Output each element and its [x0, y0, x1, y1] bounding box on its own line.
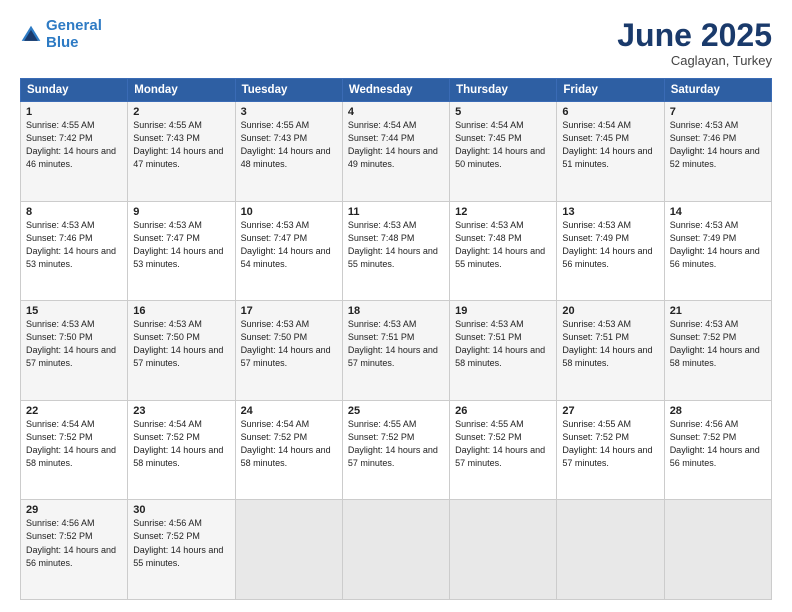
day-cell-27: 27Sunrise: 4:55 AMSunset: 7:52 PMDayligh…	[557, 400, 664, 500]
empty-cell	[450, 500, 557, 600]
cell-text-27: Sunrise: 4:55 AMSunset: 7:52 PMDaylight:…	[562, 418, 658, 470]
cell-text-4: Sunrise: 4:54 AMSunset: 7:44 PMDaylight:…	[348, 119, 444, 171]
cell-text-30: Sunrise: 4:56 AMSunset: 7:52 PMDaylight:…	[133, 517, 229, 569]
day-cell-11: 11Sunrise: 4:53 AMSunset: 7:48 PMDayligh…	[342, 201, 449, 301]
col-monday: Monday	[128, 79, 235, 102]
cell-text-9: Sunrise: 4:53 AMSunset: 7:47 PMDaylight:…	[133, 219, 229, 271]
location: Caglayan, Turkey	[617, 53, 772, 68]
day-cell-25: 25Sunrise: 4:55 AMSunset: 7:52 PMDayligh…	[342, 400, 449, 500]
cell-text-15: Sunrise: 4:53 AMSunset: 7:50 PMDaylight:…	[26, 318, 122, 370]
cell-text-10: Sunrise: 4:53 AMSunset: 7:47 PMDaylight:…	[241, 219, 337, 271]
calendar-table: Sunday Monday Tuesday Wednesday Thursday…	[20, 78, 772, 600]
day-cell-1: 1Sunrise: 4:55 AMSunset: 7:42 PMDaylight…	[21, 102, 128, 202]
day-cell-5: 5Sunrise: 4:54 AMSunset: 7:45 PMDaylight…	[450, 102, 557, 202]
col-tuesday: Tuesday	[235, 79, 342, 102]
day-cell-2: 2Sunrise: 4:55 AMSunset: 7:43 PMDaylight…	[128, 102, 235, 202]
cell-text-25: Sunrise: 4:55 AMSunset: 7:52 PMDaylight:…	[348, 418, 444, 470]
cell-text-13: Sunrise: 4:53 AMSunset: 7:49 PMDaylight:…	[562, 219, 658, 271]
day-cell-29: 29Sunrise: 4:56 AMSunset: 7:52 PMDayligh…	[21, 500, 128, 600]
cell-text-17: Sunrise: 4:53 AMSunset: 7:50 PMDaylight:…	[241, 318, 337, 370]
page: General Blue June 2025 Caglayan, Turkey …	[0, 0, 792, 612]
cell-text-16: Sunrise: 4:53 AMSunset: 7:50 PMDaylight:…	[133, 318, 229, 370]
cell-text-23: Sunrise: 4:54 AMSunset: 7:52 PMDaylight:…	[133, 418, 229, 470]
day-cell-24: 24Sunrise: 4:54 AMSunset: 7:52 PMDayligh…	[235, 400, 342, 500]
day-cell-6: 6Sunrise: 4:54 AMSunset: 7:45 PMDaylight…	[557, 102, 664, 202]
day-cell-4: 4Sunrise: 4:54 AMSunset: 7:44 PMDaylight…	[342, 102, 449, 202]
day-cell-12: 12Sunrise: 4:53 AMSunset: 7:48 PMDayligh…	[450, 201, 557, 301]
cell-text-29: Sunrise: 4:56 AMSunset: 7:52 PMDaylight:…	[26, 517, 122, 569]
day-cell-7: 7Sunrise: 4:53 AMSunset: 7:46 PMDaylight…	[664, 102, 771, 202]
logo-icon	[20, 24, 42, 46]
day-cell-19: 19Sunrise: 4:53 AMSunset: 7:51 PMDayligh…	[450, 301, 557, 401]
cell-text-11: Sunrise: 4:53 AMSunset: 7:48 PMDaylight:…	[348, 219, 444, 271]
day-cell-3: 3Sunrise: 4:55 AMSunset: 7:43 PMDaylight…	[235, 102, 342, 202]
day-cell-22: 22Sunrise: 4:54 AMSunset: 7:52 PMDayligh…	[21, 400, 128, 500]
day-cell-10: 10Sunrise: 4:53 AMSunset: 7:47 PMDayligh…	[235, 201, 342, 301]
empty-cell	[235, 500, 342, 600]
cell-text-26: Sunrise: 4:55 AMSunset: 7:52 PMDaylight:…	[455, 418, 551, 470]
logo: General Blue	[20, 18, 102, 51]
week-row-2: 8Sunrise: 4:53 AMSunset: 7:46 PMDaylight…	[21, 201, 772, 301]
empty-cell	[557, 500, 664, 600]
col-friday: Friday	[557, 79, 664, 102]
col-sunday: Sunday	[21, 79, 128, 102]
month-title: June 2025	[617, 18, 772, 53]
cell-text-2: Sunrise: 4:55 AMSunset: 7:43 PMDaylight:…	[133, 119, 229, 171]
day-cell-20: 20Sunrise: 4:53 AMSunset: 7:51 PMDayligh…	[557, 301, 664, 401]
cell-text-19: Sunrise: 4:53 AMSunset: 7:51 PMDaylight:…	[455, 318, 551, 370]
col-wednesday: Wednesday	[342, 79, 449, 102]
cell-text-14: Sunrise: 4:53 AMSunset: 7:49 PMDaylight:…	[670, 219, 766, 271]
week-row-4: 22Sunrise: 4:54 AMSunset: 7:52 PMDayligh…	[21, 400, 772, 500]
cell-text-6: Sunrise: 4:54 AMSunset: 7:45 PMDaylight:…	[562, 119, 658, 171]
day-cell-9: 9Sunrise: 4:53 AMSunset: 7:47 PMDaylight…	[128, 201, 235, 301]
cell-text-5: Sunrise: 4:54 AMSunset: 7:45 PMDaylight:…	[455, 119, 551, 171]
cell-text-24: Sunrise: 4:54 AMSunset: 7:52 PMDaylight:…	[241, 418, 337, 470]
day-cell-13: 13Sunrise: 4:53 AMSunset: 7:49 PMDayligh…	[557, 201, 664, 301]
cell-text-3: Sunrise: 4:55 AMSunset: 7:43 PMDaylight:…	[241, 119, 337, 171]
empty-cell	[664, 500, 771, 600]
day-cell-30: 30Sunrise: 4:56 AMSunset: 7:52 PMDayligh…	[128, 500, 235, 600]
day-cell-14: 14Sunrise: 4:53 AMSunset: 7:49 PMDayligh…	[664, 201, 771, 301]
week-row-3: 15Sunrise: 4:53 AMSunset: 7:50 PMDayligh…	[21, 301, 772, 401]
day-cell-17: 17Sunrise: 4:53 AMSunset: 7:50 PMDayligh…	[235, 301, 342, 401]
logo-text: General Blue	[46, 18, 102, 51]
logo-line2: Blue	[46, 34, 79, 51]
cell-text-1: Sunrise: 4:55 AMSunset: 7:42 PMDaylight:…	[26, 119, 122, 171]
cell-text-12: Sunrise: 4:53 AMSunset: 7:48 PMDaylight:…	[455, 219, 551, 271]
day-cell-26: 26Sunrise: 4:55 AMSunset: 7:52 PMDayligh…	[450, 400, 557, 500]
header-row: Sunday Monday Tuesday Wednesday Thursday…	[21, 79, 772, 102]
day-cell-28: 28Sunrise: 4:56 AMSunset: 7:52 PMDayligh…	[664, 400, 771, 500]
cell-text-7: Sunrise: 4:53 AMSunset: 7:46 PMDaylight:…	[670, 119, 766, 171]
col-saturday: Saturday	[664, 79, 771, 102]
day-cell-16: 16Sunrise: 4:53 AMSunset: 7:50 PMDayligh…	[128, 301, 235, 401]
week-row-5: 29Sunrise: 4:56 AMSunset: 7:52 PMDayligh…	[21, 500, 772, 600]
day-cell-15: 15Sunrise: 4:53 AMSunset: 7:50 PMDayligh…	[21, 301, 128, 401]
day-cell-21: 21Sunrise: 4:53 AMSunset: 7:52 PMDayligh…	[664, 301, 771, 401]
day-cell-23: 23Sunrise: 4:54 AMSunset: 7:52 PMDayligh…	[128, 400, 235, 500]
week-row-1: 1Sunrise: 4:55 AMSunset: 7:42 PMDaylight…	[21, 102, 772, 202]
top-section: General Blue June 2025 Caglayan, Turkey	[20, 18, 772, 68]
cell-text-28: Sunrise: 4:56 AMSunset: 7:52 PMDaylight:…	[670, 418, 766, 470]
day-cell-8: 8Sunrise: 4:53 AMSunset: 7:46 PMDaylight…	[21, 201, 128, 301]
cell-text-8: Sunrise: 4:53 AMSunset: 7:46 PMDaylight:…	[26, 219, 122, 271]
cell-text-21: Sunrise: 4:53 AMSunset: 7:52 PMDaylight:…	[670, 318, 766, 370]
cell-text-20: Sunrise: 4:53 AMSunset: 7:51 PMDaylight:…	[562, 318, 658, 370]
cell-text-22: Sunrise: 4:54 AMSunset: 7:52 PMDaylight:…	[26, 418, 122, 470]
title-section: June 2025 Caglayan, Turkey	[617, 18, 772, 68]
day-cell-18: 18Sunrise: 4:53 AMSunset: 7:51 PMDayligh…	[342, 301, 449, 401]
logo-line1: General	[46, 17, 102, 34]
cell-text-18: Sunrise: 4:53 AMSunset: 7:51 PMDaylight:…	[348, 318, 444, 370]
col-thursday: Thursday	[450, 79, 557, 102]
empty-cell	[342, 500, 449, 600]
